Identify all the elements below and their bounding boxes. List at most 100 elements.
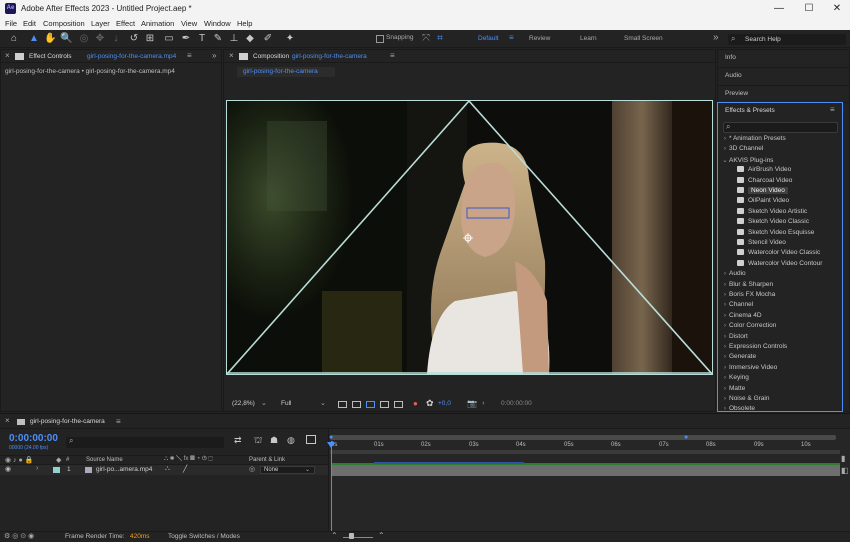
chevron-right-icon[interactable]: › — [721, 135, 729, 142]
workspace-default[interactable]: Default — [478, 35, 499, 42]
frame-blending-icon[interactable]: ◍ — [287, 435, 295, 446]
zoom-in-icon[interactable]: ⌃ — [378, 531, 385, 540]
composition-viewer[interactable] — [227, 101, 712, 374]
workspace-review[interactable]: Review — [529, 35, 550, 42]
chevron-right-icon[interactable]: › — [721, 333, 729, 340]
menu-view[interactable]: View — [181, 19, 197, 28]
shy-switch-icon[interactable]: ⛬ — [165, 465, 170, 473]
composition-name[interactable]: girl-posing-for-the-camera — [292, 53, 367, 60]
zoom-out-icon[interactable]: ⌃ — [331, 531, 338, 540]
timeline-graph-area[interactable] — [328, 429, 850, 542]
shy-layers-icon[interactable]: ☗ — [270, 435, 278, 446]
chevron-right-icon[interactable]: › — [721, 312, 729, 319]
workspace-overflow-icon[interactable]: » — [713, 32, 719, 43]
draft-3d-icon[interactable]: ⛫ — [254, 435, 262, 447]
workspace-learn[interactable]: Learn — [580, 35, 597, 42]
quality-switch-icon[interactable]: ╱ — [183, 465, 187, 473]
effect-item[interactable]: Charcoal Video — [721, 176, 841, 187]
preview-panel-tab[interactable]: Preview — [725, 90, 748, 97]
anchor-point-tool-icon[interactable]: ⊞ — [144, 33, 156, 45]
effect-category[interactable]: › Blur & Sharpen — [721, 281, 841, 291]
menu-animation[interactable]: Animation — [141, 19, 174, 28]
chevron-right-icon[interactable]: › — [721, 353, 729, 360]
chevron-right-icon[interactable]: › — [721, 343, 729, 350]
timeline-timecode[interactable]: 0:00:00:00 — [9, 433, 58, 444]
panel-menu-icon[interactable]: ≡ — [116, 417, 121, 426]
current-time[interactable]: 0:00:00:00 — [501, 400, 532, 407]
chevron-right-icon[interactable]: › — [721, 385, 729, 392]
chevron-right-icon[interactable]: › — [721, 322, 729, 329]
chevron-right-icon[interactable]: › — [721, 270, 729, 277]
effect-controls-clip-name[interactable]: girl-posing-for-the-camera.mp4 — [87, 53, 176, 60]
effect-item[interactable]: Sketch Video Esquisse — [721, 228, 841, 239]
panel-menu-icon[interactable]: ≡ — [830, 105, 835, 114]
effect-item[interactable]: Sketch Video Artistic — [721, 207, 841, 218]
menu-layer[interactable]: Layer — [91, 19, 110, 28]
parent-link-column-header[interactable]: Parent & Link — [249, 457, 285, 463]
chevron-right-icon[interactable]: › — [721, 364, 729, 371]
close-button[interactable]: ✕ — [824, 1, 850, 17]
color-management-icon[interactable]: ✿ — [426, 398, 434, 409]
eye-icon[interactable]: ◉ — [5, 465, 11, 473]
transparency-grid-icon[interactable] — [352, 401, 361, 408]
close-tab-icon[interactable]: × — [5, 416, 10, 425]
zoom-tool-icon[interactable]: 🔍 — [60, 33, 72, 45]
minimize-button[interactable]: — — [766, 1, 792, 17]
eraser-tool-icon[interactable]: ◆ — [244, 33, 256, 45]
layer-source-name[interactable]: girl-po...amera.mp4 — [96, 466, 152, 473]
table-row[interactable]: ◉ › 1 girl-po...amera.mp4 ⛬ ╱ ◎ None ⌄ — [0, 465, 328, 475]
rectangle-tool-icon[interactable]: ▭ — [163, 33, 175, 45]
effect-controls-tab-title[interactable]: Effect Controls — [29, 53, 72, 60]
effect-item[interactable]: AirBrush Video — [721, 166, 841, 176]
menu-help[interactable]: Help — [237, 19, 252, 28]
panel-menu-icon[interactable]: ≡ — [390, 51, 395, 60]
playhead-handle[interactable] — [327, 442, 335, 448]
work-area-start-handle[interactable]: ● — [329, 434, 333, 441]
maximize-button[interactable]: ☐ — [796, 1, 822, 17]
effect-category[interactable]: › Obsolete — [721, 405, 841, 411]
menu-effect[interactable]: Effect — [116, 19, 135, 28]
zoom-level-dropdown[interactable]: (22,8%) — [232, 400, 255, 407]
comp-button-icon[interactable]: ◧ — [841, 466, 849, 475]
effects-presets-title[interactable]: Effects & Presets — [725, 107, 775, 114]
snap-grid-icon[interactable]: ⌗ — [434, 33, 446, 45]
effect-category[interactable]: › Matte — [721, 385, 841, 395]
close-tab-icon[interactable]: × — [5, 51, 10, 60]
workspace-menu-icon[interactable]: ≡ — [509, 33, 514, 42]
effect-category[interactable]: › 3D Channel — [721, 145, 841, 155]
effect-category[interactable]: › Distort — [721, 333, 841, 343]
selection-tool-icon[interactable]: ▲ — [28, 33, 40, 45]
effect-item[interactable]: Watercolor Video Classic — [721, 249, 841, 259]
chevron-down-icon[interactable]: ⌄ — [261, 399, 267, 407]
expand-layer-icon[interactable]: › — [36, 465, 38, 472]
menu-composition[interactable]: Composition — [43, 19, 85, 28]
chevron-right-icon[interactable]: › — [721, 405, 729, 411]
info-panel-tab[interactable]: Info — [725, 54, 736, 61]
effect-category[interactable]: › Channel — [721, 301, 841, 311]
3d-view-icon[interactable] — [394, 401, 403, 408]
composition-mini-flowchart-icon[interactable]: ⇄ — [234, 435, 242, 446]
orbit-camera-icon[interactable]: ◎ — [78, 33, 90, 45]
chevron-down-icon[interactable]: ⌄ — [721, 156, 729, 164]
help-search-box[interactable]: ⌕ Search Help — [728, 34, 846, 45]
effect-item[interactable]: OilPaint Video — [721, 197, 841, 207]
timeline-tab-title[interactable]: girl-posing-for-the-camera — [30, 418, 105, 425]
panel-menu-icon[interactable]: ≡ — [187, 51, 192, 60]
effect-item[interactable]: Neon Video — [721, 187, 841, 197]
effect-category[interactable]: › Cinema 4D — [721, 312, 841, 322]
effect-category[interactable]: › * Animation Presets — [721, 135, 841, 145]
effect-category[interactable]: › Boris FX Mocha — [721, 291, 841, 301]
comp-flowchart-tab[interactable]: girl-posing-for-the-camera — [237, 67, 335, 77]
status-icons[interactable]: ⚙ ◎ ⊙ ◉ — [4, 532, 34, 540]
work-area-bar[interactable] — [330, 435, 836, 440]
zoom-slider-thumb[interactable] — [349, 533, 354, 539]
channels-icon[interactable]: ● — [413, 399, 418, 408]
chevron-right-icon[interactable]: › — [721, 145, 729, 152]
effect-item[interactable]: Watercolor Video Contour — [721, 259, 841, 270]
effect-item[interactable]: Stencil Video — [721, 239, 841, 249]
chevron-right-icon[interactable]: › — [721, 281, 729, 288]
effect-category[interactable]: › Immersive Video — [721, 364, 841, 374]
parent-dropdown[interactable]: None ⌄ — [260, 466, 315, 474]
menu-edit[interactable]: Edit — [23, 19, 36, 28]
menu-file[interactable]: File — [5, 19, 17, 28]
